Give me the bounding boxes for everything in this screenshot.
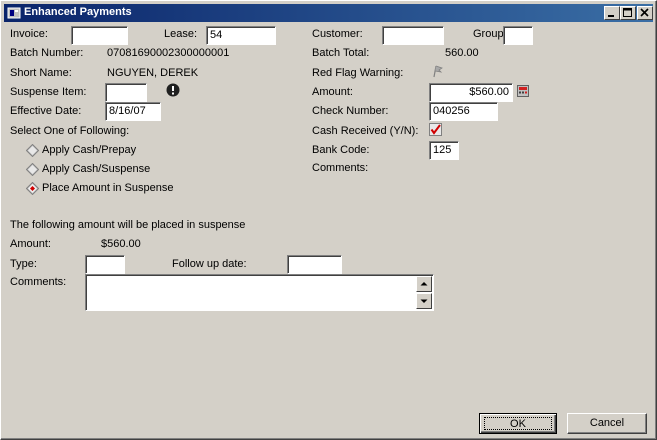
bank-code-input[interactable]: 125 bbox=[429, 141, 459, 160]
minimize-icon bbox=[608, 15, 614, 17]
enhanced-payments-window: Enhanced Payments Invoice: Lease: 54 Bat… bbox=[0, 0, 657, 440]
invoice-label: Invoice: bbox=[10, 28, 48, 40]
comments-label: Comments: bbox=[312, 162, 369, 174]
scroll-up-button[interactable] bbox=[416, 276, 432, 292]
radio-diamond-icon bbox=[26, 163, 39, 176]
window-title: Enhanced Payments bbox=[24, 6, 132, 18]
amount-label: Amount: bbox=[312, 86, 353, 98]
customer-label: Customer: bbox=[312, 28, 363, 40]
suspense-comments-textarea[interactable] bbox=[85, 274, 434, 311]
lease-label: Lease: bbox=[164, 28, 198, 40]
suspense-amount-value: $560.00 bbox=[101, 238, 141, 250]
option-label: Apply Cash/Suspense bbox=[42, 163, 151, 175]
arrow-down-icon bbox=[420, 299, 428, 303]
ok-button[interactable]: OK bbox=[479, 413, 557, 434]
option-label: Apply Cash/Prepay bbox=[42, 144, 137, 156]
invoice-input[interactable] bbox=[71, 26, 128, 45]
flag-icon[interactable] bbox=[431, 65, 443, 78]
check-number-input[interactable]: 040256 bbox=[429, 102, 498, 121]
ok-button-label: OK bbox=[484, 417, 552, 430]
type-label: Type: bbox=[10, 258, 37, 270]
option-apply-cash-prepay[interactable]: Apply Cash/Prepay bbox=[26, 143, 186, 159]
minimize-button[interactable] bbox=[604, 6, 620, 20]
radio-diamond-selected-icon bbox=[26, 182, 39, 195]
app-icon bbox=[7, 7, 21, 19]
checkbox-checked-icon[interactable] bbox=[429, 123, 442, 136]
batch-total-label: Batch Total: bbox=[312, 47, 370, 59]
title-bar[interactable]: Enhanced Payments bbox=[4, 4, 653, 22]
type-input[interactable] bbox=[85, 255, 125, 274]
effective-date-input[interactable]: 8/16/07 bbox=[105, 102, 161, 121]
calculator-icon[interactable] bbox=[517, 85, 529, 97]
option-apply-cash-suspense[interactable]: Apply Cash/Suspense bbox=[26, 162, 186, 178]
cash-received-label: Cash Received (Y/N): bbox=[312, 125, 419, 137]
group-input[interactable] bbox=[503, 26, 533, 45]
suspense-comments-label: Comments: bbox=[10, 276, 67, 288]
lease-input[interactable]: 54 bbox=[206, 26, 276, 45]
exclamation-icon bbox=[166, 83, 180, 97]
close-button[interactable] bbox=[637, 6, 653, 20]
radio-diamond-icon bbox=[26, 144, 39, 157]
suspense-amount-label: Amount: bbox=[10, 238, 51, 250]
follow-up-date-input[interactable] bbox=[287, 255, 342, 274]
cancel-button[interactable]: Cancel bbox=[567, 413, 647, 434]
batch-number-label: Batch Number: bbox=[10, 47, 84, 59]
batch-number-value: 07081690002300000001 bbox=[107, 47, 230, 59]
scroll-down-button[interactable] bbox=[416, 293, 432, 309]
suspense-heading: The following amount will be placed in s… bbox=[10, 219, 246, 231]
effective-date-label: Effective Date: bbox=[10, 105, 82, 117]
option-place-amount-in-suspense[interactable]: Place Amount in Suspense bbox=[26, 181, 196, 197]
batch-total-value: 560.00 bbox=[445, 47, 479, 59]
arrow-up-icon bbox=[420, 282, 428, 286]
check-number-label: Check Number: bbox=[312, 105, 389, 117]
group-label: Group bbox=[473, 28, 504, 40]
suspense-item-label: Suspense Item: bbox=[10, 86, 87, 98]
short-name-label: Short Name: bbox=[10, 67, 72, 79]
follow-up-date-label: Follow up date: bbox=[172, 258, 247, 270]
amount-input[interactable]: $560.00 bbox=[429, 83, 513, 102]
maximize-icon bbox=[623, 8, 632, 17]
suspense-item-input[interactable] bbox=[105, 83, 147, 102]
customer-input[interactable] bbox=[382, 26, 444, 45]
red-flag-warning-label: Red Flag Warning: bbox=[312, 67, 404, 79]
close-icon bbox=[640, 8, 649, 17]
select-one-label: Select One of Following: bbox=[10, 125, 130, 137]
option-label: Place Amount in Suspense bbox=[42, 182, 174, 194]
bank-code-label: Bank Code: bbox=[312, 144, 370, 156]
maximize-button[interactable] bbox=[620, 6, 636, 20]
short-name-value: NGUYEN, DEREK bbox=[107, 67, 199, 79]
